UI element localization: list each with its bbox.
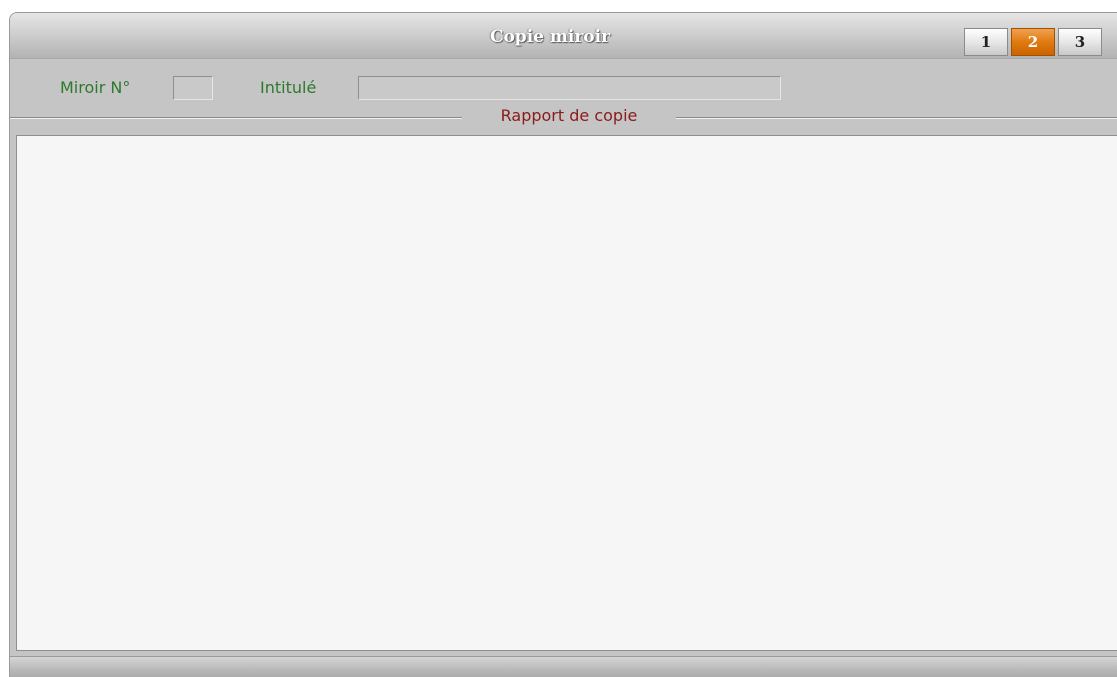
section-divider-right [676, 117, 1117, 119]
copie-miroir-window: Copie miroir 1 2 3 Miroir N° Intitulé Ra… [9, 12, 1117, 677]
rapport-de-copie-area[interactable] [16, 135, 1117, 651]
section-title: Rapport de copie [500, 106, 638, 125]
intitule-field[interactable] [358, 76, 781, 100]
miroir-number-label: Miroir N° [60, 78, 131, 97]
page-tab-3[interactable]: 3 [1058, 28, 1102, 56]
intitule-label: Intitulé [260, 78, 317, 97]
miroir-number-field[interactable] [173, 76, 213, 100]
header-fields: Miroir N° Intitulé [10, 76, 1117, 102]
rapport-section-header: Rapport de copie [10, 106, 1117, 128]
window-title: Copie miroir [489, 27, 611, 47]
page-tabs: 1 2 3 [964, 28, 1105, 58]
page-tab-2[interactable]: 2 [1011, 28, 1055, 56]
status-bar [10, 656, 1117, 677]
section-divider-left [10, 117, 462, 119]
title-bar: Copie miroir 1 2 3 [10, 13, 1117, 59]
page-tab-1[interactable]: 1 [964, 28, 1008, 56]
